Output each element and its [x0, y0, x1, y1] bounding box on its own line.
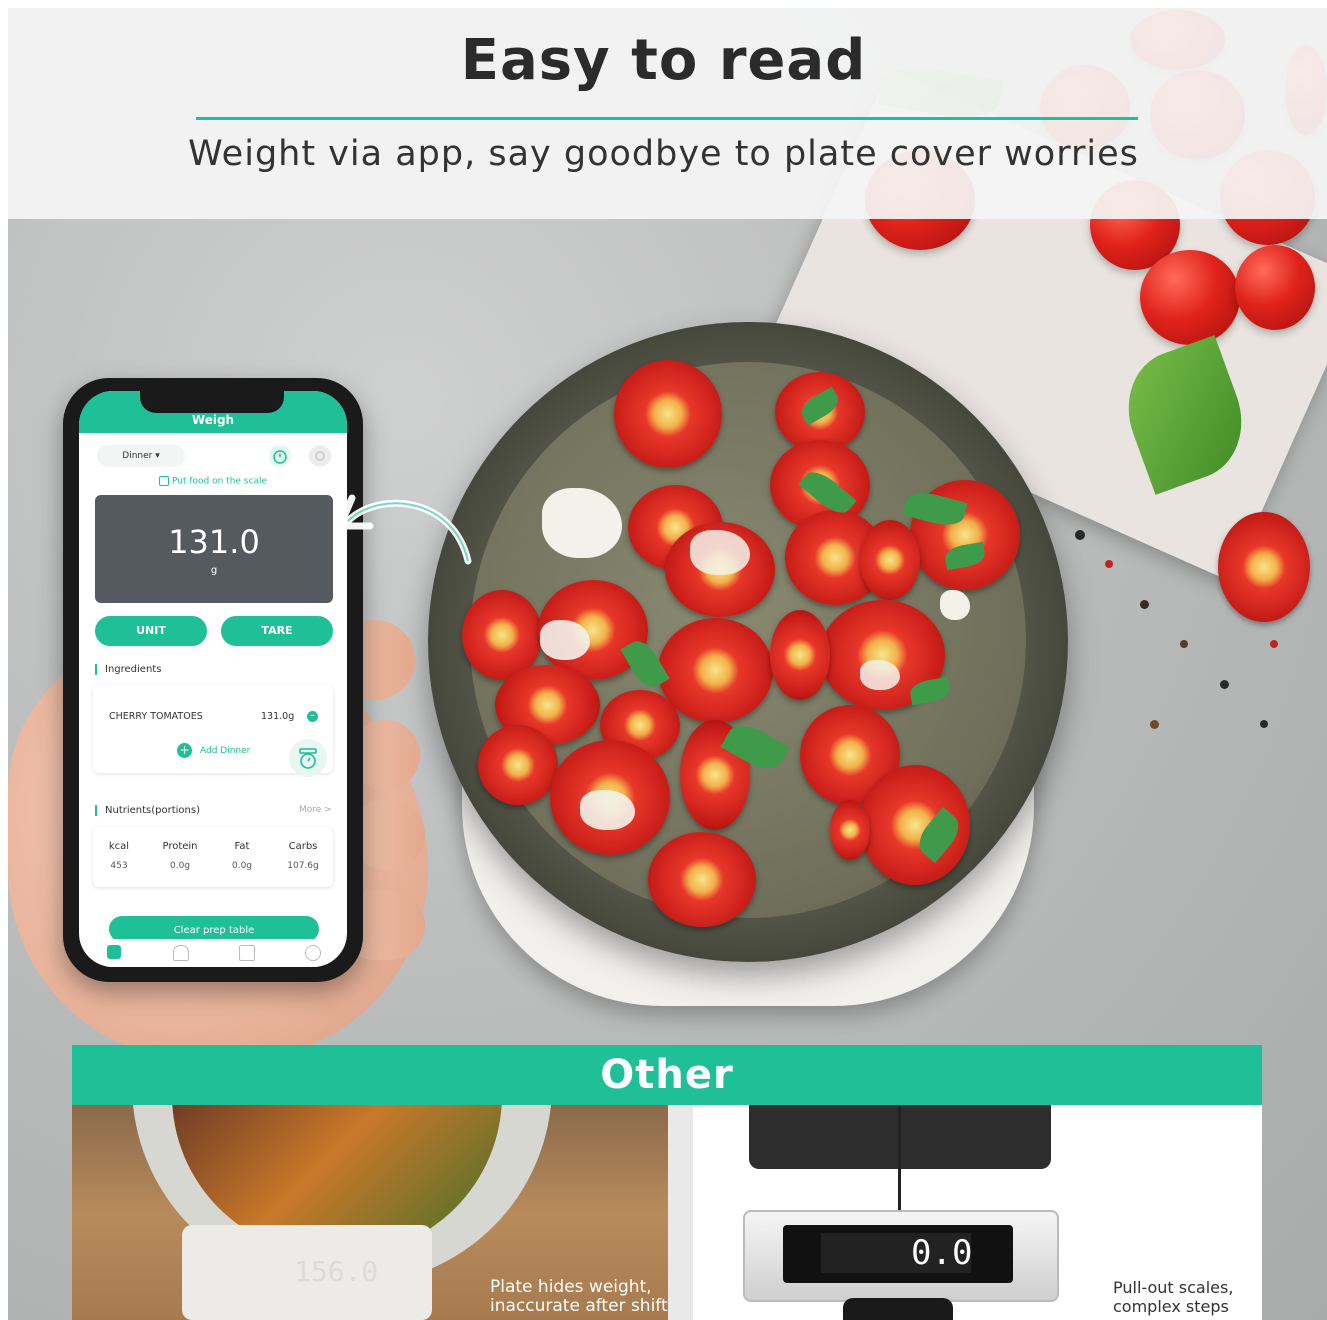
phone-notch	[140, 391, 284, 413]
gear-icon	[315, 451, 325, 461]
tomato-half	[1218, 512, 1310, 622]
nutrient-label: Protein	[162, 841, 198, 852]
remove-ingredient-button[interactable]: –	[307, 711, 318, 722]
tomato-half	[658, 618, 773, 723]
pepper-speck	[1180, 640, 1188, 648]
nutrient-value: 0.0g	[231, 861, 253, 871]
tomato-half	[648, 832, 756, 927]
app-screen: Weigh Dinner ▾ Put food on the scale 131…	[79, 391, 347, 967]
product-infographic: Easy to read Weight via app, say goodbye…	[0, 0, 1327, 1320]
nutrient-label: Carbs	[288, 841, 318, 852]
yogurt-dollop	[860, 660, 900, 690]
yogurt-dollop	[940, 590, 970, 620]
weight-display: 131.0 g	[95, 495, 333, 603]
pepper-speck	[1105, 560, 1113, 568]
subheadline: Weight via app, say goodbye to plate cov…	[188, 134, 1139, 174]
headline: Easy to read	[460, 28, 867, 93]
pepper-speck	[1260, 720, 1268, 728]
competitor-scale-photo: 156.0 Plate hides weight, inaccurate aft…	[72, 1105, 668, 1320]
pepper-speck	[1140, 600, 1149, 609]
nutrient-value: 453	[110, 861, 128, 871]
ingredient-weight: 131.0g	[261, 711, 295, 722]
scale-hint: Put food on the scale	[79, 476, 347, 487]
nutrient-label: kcal	[108, 841, 130, 852]
nutrients-card: kcal 453 Protein 0.0g Fat 0.0g Carbs 107…	[93, 827, 333, 887]
screen-title: Weigh	[191, 413, 235, 427]
tomato	[1235, 245, 1315, 330]
yogurt-dollop	[690, 530, 750, 575]
tomato-half	[860, 520, 920, 600]
pepper-speck	[1075, 530, 1085, 540]
tomato-half	[614, 360, 722, 468]
more-link[interactable]: More >	[299, 805, 332, 815]
meal-selector[interactable]: Dinner ▾	[97, 445, 185, 467]
nutrient-value: 107.6g	[287, 861, 319, 871]
ingredient-name: CHERRY TOMATOES	[109, 711, 203, 722]
tomato-half	[830, 800, 870, 860]
weight-value: 131.0	[168, 523, 260, 561]
bottom-tab-bar	[79, 939, 347, 967]
comparison-title: Other	[600, 1052, 734, 1098]
panel-divider	[668, 1105, 693, 1320]
timer-icon	[273, 450, 287, 464]
pepper-speck	[1220, 680, 1229, 689]
tare-button[interactable]: TARE	[221, 616, 333, 646]
scale-hint-text: Put food on the scale	[171, 476, 267, 487]
curved-arrow-icon	[336, 494, 472, 565]
left-caption-line-2: inaccurate after shift	[490, 1296, 668, 1316]
right-caption-line-1: Pull-out scales,	[1113, 1278, 1234, 1297]
stats-tab-icon[interactable]	[239, 945, 255, 961]
nutrients-label: Nutrients(portions)	[95, 805, 200, 816]
headline-underline	[196, 117, 1138, 120]
pepper-speck	[1270, 640, 1278, 648]
yogurt-dollop	[540, 620, 590, 660]
cable	[898, 1105, 901, 1210]
pepper-speck	[1150, 720, 1159, 729]
tomato	[1140, 250, 1240, 345]
plus-icon: +	[177, 743, 192, 758]
unit-button[interactable]: UNIT	[95, 616, 207, 646]
right-caption-line-2: complex steps	[1113, 1297, 1229, 1316]
add-dinner-label: Add Dinner	[200, 746, 251, 756]
left-caption-line-1: Plate hides weight,	[490, 1277, 652, 1297]
nutrient-value: 0.0g	[169, 861, 191, 871]
scale-fab-button[interactable]	[289, 739, 327, 777]
scale-icon	[299, 748, 317, 769]
food-tab-icon[interactable]	[173, 945, 189, 961]
yogurt-dollop	[580, 790, 635, 830]
ingredients-label: Ingredients	[95, 664, 161, 675]
home-tab-icon[interactable]	[107, 945, 121, 959]
profile-tab-icon[interactable]	[305, 945, 321, 961]
timer-button[interactable]	[269, 445, 291, 467]
scale-small-icon	[158, 476, 169, 486]
hidden-display-value: 156.0	[294, 1255, 379, 1288]
ingredients-card: CHERRY TOMATOES 131.0g – + Add Dinner	[93, 685, 333, 777]
weight-unit: g	[210, 565, 218, 576]
tomato-half	[478, 725, 558, 805]
add-dinner-button[interactable]: + Add Dinner	[177, 743, 250, 758]
pullout-display-value: 0.0	[911, 1233, 973, 1273]
pullout-scale-photo: 0.0 Pull-out scales, complex steps	[693, 1105, 1262, 1320]
settings-button[interactable]	[309, 445, 331, 467]
nutrient-label: Fat	[234, 841, 250, 852]
scale-foot	[843, 1298, 953, 1320]
tomato-half	[770, 610, 830, 700]
